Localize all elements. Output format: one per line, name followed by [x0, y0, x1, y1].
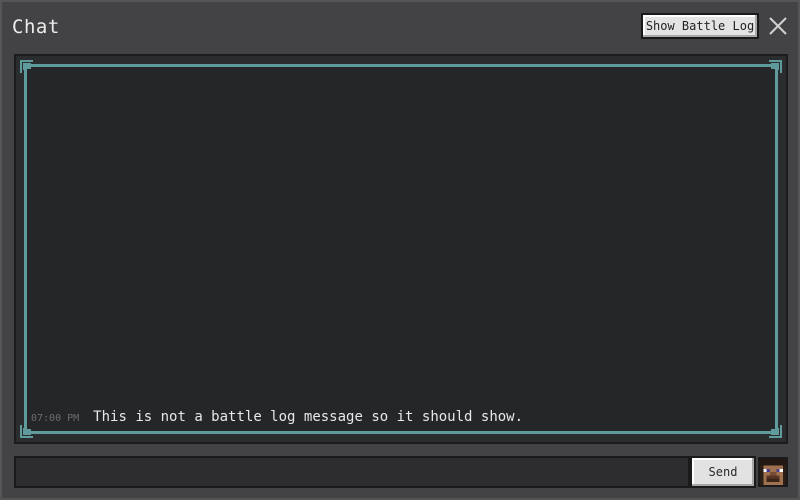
chat-window: Chat Show Battle Log 07:00 PM This is no…	[0, 0, 800, 500]
chat-panel: 07:00 PM This is not a battle log messag…	[14, 54, 788, 444]
message-timestamp: 07:00 PM	[31, 413, 80, 424]
message-text: This is not a battle log message so it s…	[93, 409, 524, 425]
chat-input[interactable]	[14, 456, 690, 488]
close-button[interactable]	[766, 14, 790, 38]
emote-button[interactable]	[758, 457, 788, 487]
frame-corner-ornament	[769, 425, 782, 438]
title-bar: Chat Show Battle Log	[2, 2, 798, 54]
send-button[interactable]: Send	[690, 456, 756, 488]
frame-corner-ornament	[769, 60, 782, 73]
frame-corner-ornament	[20, 60, 33, 73]
window-title: Chat	[12, 16, 60, 38]
chat-message: 07:00 PM This is not a battle log messag…	[31, 409, 523, 425]
player-head-icon	[760, 459, 786, 485]
close-icon	[769, 17, 787, 35]
composer: Send	[14, 456, 788, 490]
frame-corner-ornament	[20, 425, 33, 438]
show-battle-log-button[interactable]: Show Battle Log	[641, 13, 759, 39]
chat-log[interactable]: 07:00 PM This is not a battle log messag…	[20, 60, 782, 438]
